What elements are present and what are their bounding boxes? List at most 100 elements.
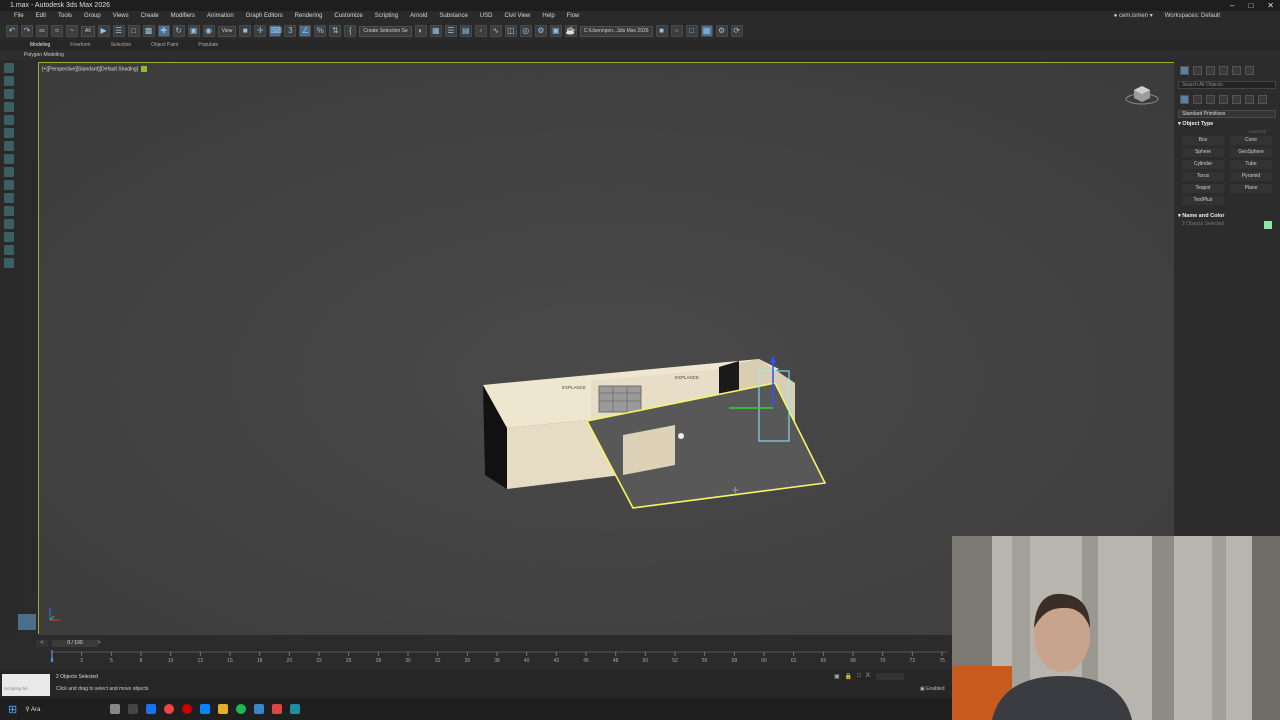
name-color-rollout[interactable]: ▾ Name and Color [1178, 213, 1276, 219]
menu-customize[interactable]: Customize [328, 11, 368, 22]
named-selection-set-dropdown[interactable]: Create Selection Se [359, 25, 412, 37]
textplus-button[interactable]: TextPlus [1182, 196, 1224, 205]
select-place-icon[interactable]: ◉ [202, 25, 215, 37]
angle-snap-icon[interactable]: ∠ [299, 25, 312, 37]
scene-explorer-icon[interactable] [4, 63, 14, 73]
menu-arnold[interactable]: Arnold [404, 11, 433, 22]
isolate-icon[interactable]: ▣ [834, 673, 840, 680]
select-object-icon[interactable]: ▶ [97, 25, 110, 37]
windows-start-icon[interactable]: ⊞ [8, 703, 17, 716]
object-type-rollout[interactable]: ▾ Object Type [1178, 121, 1276, 127]
utilities-tab-icon[interactable] [1245, 66, 1254, 75]
render-icon[interactable]: ☕ [564, 25, 577, 37]
adaptive-degradation[interactable]: ▣ Enabled [920, 686, 944, 692]
scene-explorer-icon[interactable]: ☰ [444, 25, 457, 37]
group-icon[interactable] [4, 232, 14, 242]
bind-spacewarp-icon[interactable]: ~ [66, 25, 78, 37]
viewcube[interactable] [1124, 82, 1160, 106]
rendered-frame-icon[interactable]: ▣ [549, 25, 562, 37]
geometry-category-icon[interactable] [1180, 95, 1189, 104]
chrome-icon[interactable] [164, 704, 175, 714]
select-rotate-icon[interactable]: ↻ [172, 25, 185, 37]
shape-icon[interactable] [4, 167, 14, 177]
lights-category-icon[interactable] [1206, 95, 1215, 104]
widgets-icon[interactable] [110, 704, 121, 714]
plane-button[interactable]: Plane [1230, 184, 1272, 193]
graphite-icon[interactable]: ⚙ [715, 25, 728, 37]
helpers-category-icon[interactable] [1232, 95, 1241, 104]
file-explorer-icon[interactable] [218, 704, 229, 714]
tab-modeling[interactable]: Modeling [30, 40, 50, 50]
menu-rendering[interactable]: Rendering [289, 11, 329, 22]
screen-recorder-icon[interactable] [272, 704, 283, 714]
modify-tab-icon[interactable] [1193, 66, 1202, 75]
shapes-category-icon[interactable] [1193, 95, 1202, 104]
workspace-selector[interactable]: Workspaces: Default [1165, 11, 1220, 22]
geosphere-button[interactable]: GeoSphere [1230, 148, 1272, 157]
x-coord-field[interactable] [876, 673, 905, 680]
layer-explorer-icon[interactable]: ▤ [459, 25, 472, 37]
cameras-category-icon[interactable] [1219, 95, 1228, 104]
task-view-icon[interactable] [128, 704, 139, 714]
redo-icon[interactable]: ↷ [21, 25, 33, 37]
account-user[interactable]: ● cem.ismen ▾ [1114, 11, 1153, 22]
polygon-modeling-label[interactable]: Polygon Modeling [24, 52, 64, 58]
frozen-icon[interactable] [4, 245, 14, 255]
project-folder-icon[interactable]: ■ [655, 25, 668, 37]
spacewarp-icon[interactable] [4, 154, 14, 164]
layer-icon[interactable] [4, 102, 14, 112]
create-tab-icon[interactable] [1180, 66, 1189, 75]
menu-flow[interactable]: Flow [561, 11, 586, 22]
maxscript-listener[interactable]: Scripting Mi [2, 674, 50, 696]
motion-tab-icon[interactable] [1219, 66, 1228, 75]
select-manipulate-icon[interactable]: ✛ [254, 25, 267, 37]
spinner-snap-icon[interactable]: ⇅ [329, 25, 342, 37]
geometry-icon[interactable] [4, 180, 14, 190]
menu-usd[interactable]: USD [474, 11, 499, 22]
maximize-icon[interactable]: □ [1248, 0, 1253, 11]
keyboard-shortcut-icon[interactable]: ⌨ [269, 25, 282, 37]
helper-icon[interactable] [4, 141, 14, 151]
search-input[interactable]: Search All Objects [1178, 81, 1276, 89]
undo-icon[interactable]: ↶ [6, 25, 18, 37]
menu-group[interactable]: Group [78, 11, 107, 22]
absolute-mode-icon[interactable]: □ [857, 673, 861, 680]
taskbar-search[interactable]: ⚲ Ara [25, 706, 40, 713]
cone-button[interactable]: Cone [1230, 136, 1272, 145]
object-color-swatch[interactable] [1264, 221, 1272, 229]
menu-help[interactable]: Help [536, 11, 560, 22]
3ds-max-taskbar-icon[interactable] [290, 704, 301, 714]
schematic-view-icon[interactable]: ◫ [504, 25, 517, 37]
viewport-label[interactable]: [+][Perspective][Standard][Default Shadi… [42, 66, 148, 72]
render-setup-icon[interactable]: ⚙ [534, 25, 547, 37]
hidden-icon[interactable] [4, 258, 14, 268]
container-icon[interactable] [4, 206, 14, 216]
bone-icon[interactable] [4, 193, 14, 203]
lock-icon[interactable]: 🔒 [845, 673, 852, 680]
sync-icon[interactable]: ⟳ [730, 25, 743, 37]
percent-snap-icon[interactable]: % [314, 25, 327, 37]
material-editor-icon[interactable]: ◎ [519, 25, 532, 37]
tab-populate[interactable]: Populate [198, 40, 218, 50]
unlink-icon[interactable]: ≈ [51, 25, 63, 37]
selection-filter-dropdown[interactable]: All [81, 25, 95, 37]
menu-animation[interactable]: Animation [201, 11, 240, 22]
link-icon[interactable]: ∞ [36, 25, 48, 37]
torus-button[interactable]: Torus [1182, 172, 1224, 181]
mirror-icon[interactable]: ◐ [414, 25, 427, 37]
spotify-icon[interactable] [236, 704, 247, 714]
maxscript-mini-icon[interactable] [18, 614, 36, 630]
menu-tools[interactable]: Tools [52, 11, 78, 22]
project-settings-icon[interactable]: □ [685, 25, 698, 37]
menu-scripting[interactable]: Scripting [369, 11, 404, 22]
edit-named-sets-icon[interactable]: { [344, 25, 357, 37]
select-move-icon[interactable]: ✚ [157, 25, 170, 37]
menu-modifiers[interactable]: Modifiers [165, 11, 201, 22]
align-icon[interactable]: ▦ [429, 25, 442, 37]
menu-file[interactable]: File [8, 11, 30, 22]
snaps-toggle-icon[interactable]: 3 [284, 25, 297, 37]
select-scale-icon[interactable]: ▣ [187, 25, 200, 37]
filter-icon[interactable] [4, 89, 14, 99]
browser-icon[interactable] [200, 704, 211, 714]
opera-icon[interactable] [182, 704, 193, 714]
